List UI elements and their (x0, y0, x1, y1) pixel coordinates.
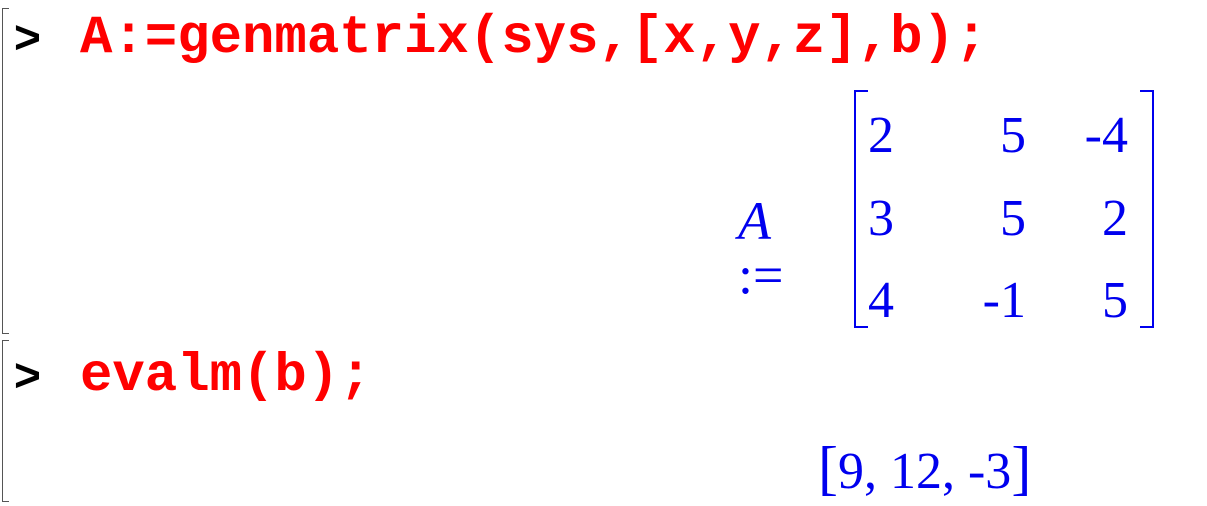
vector-separator: , (941, 443, 968, 500)
vector-output: [9, 12, -3] (818, 438, 1031, 498)
matrix-cell: 5 (1000, 190, 1026, 247)
vector-open-bracket: [ (818, 435, 838, 501)
prompt-marker: > (14, 11, 41, 63)
vector-item: 9 (837, 443, 864, 500)
matrix-cell: 4 (868, 272, 894, 329)
group-bracket[interactable] (2, 8, 9, 334)
vector-close-bracket: ] (1011, 435, 1032, 501)
command-input-genmatrix[interactable]: A:=genmatrix(sys,[x,y,z],b); (80, 12, 987, 66)
output-variable: A (738, 191, 771, 251)
vector-item: 12 (889, 443, 942, 500)
matrix-cell: 3 (868, 190, 894, 247)
matrix-cell: -1 (982, 272, 1026, 329)
vector-separator: , (863, 443, 890, 500)
matrix-cell: 5 (1000, 107, 1026, 164)
matrix-cell: 2 (868, 107, 894, 164)
matrix-right-bracket (1140, 90, 1154, 328)
command-input-evalm[interactable]: evalm(b); (80, 350, 372, 404)
vector-item: -3 (967, 443, 1012, 500)
matrix-cell: 2 (1102, 190, 1128, 247)
matrix-cell: -4 (1084, 107, 1128, 164)
matrix-output: 2 5 -4 3 5 2 4 -1 5 (852, 90, 1156, 328)
output-assignment-label: A := (738, 194, 783, 302)
prompt-marker: > (14, 349, 41, 401)
group-bracket[interactable] (2, 340, 9, 502)
matrix-cell: 5 (1102, 272, 1128, 329)
assign-operator: := (738, 245, 784, 305)
